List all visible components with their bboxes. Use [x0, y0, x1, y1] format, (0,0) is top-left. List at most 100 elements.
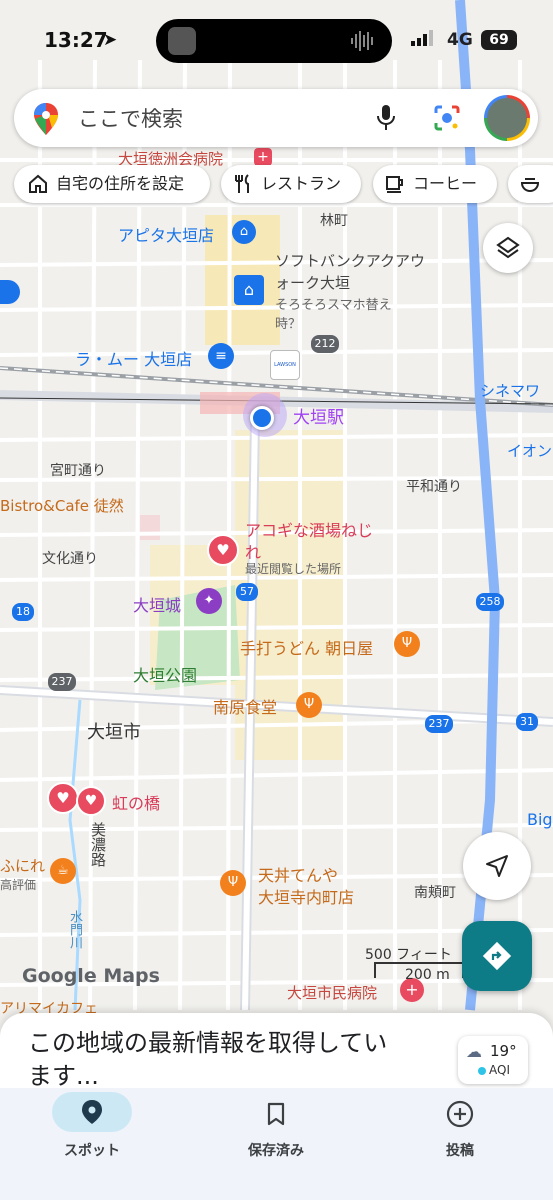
media-thumbnail	[168, 27, 196, 55]
shopping-bag-icon[interactable]: ⌂	[232, 220, 256, 244]
bowl-icon	[520, 178, 540, 193]
shopping-cart-icon[interactable]: ≡	[208, 343, 234, 369]
hospital-icon[interactable]: +	[254, 148, 272, 166]
map-label-big[interactable]: Big	[527, 810, 553, 829]
cloud-rain-icon: ☁	[466, 1042, 482, 1061]
route-shield-237a: 237	[48, 673, 76, 691]
weather-widget[interactable]: ☁ 19° AQI	[458, 1036, 528, 1084]
map-label-niji[interactable]: 虹の橋	[112, 790, 160, 814]
map-label-castle[interactable]: 大垣城	[133, 592, 181, 616]
navigation-arrow-icon	[486, 855, 508, 877]
map-label-apita[interactable]: アピタ大垣店	[118, 222, 214, 246]
map-label-minamiraimachi: 南頬町	[414, 885, 456, 901]
map-label-softbank-2: ォーク大垣	[275, 274, 351, 292]
chip-more[interactable]	[508, 165, 553, 203]
map-label-shimin[interactable]: 大垣市民病院	[287, 982, 377, 1003]
map-label-nire-2: 高評価	[0, 878, 37, 892]
map-label-tendon-1[interactable]: 天丼てんや	[258, 862, 338, 886]
map-label-heiwa: 平和通り	[406, 479, 462, 495]
status-bar: 13:27 ➤ 4G 69	[0, 0, 553, 80]
route-shield-258: 258	[476, 593, 504, 611]
weather-aqi: AQI	[489, 1063, 510, 1077]
map-label-akogi-sub: 最近閲覧した場所	[245, 562, 342, 576]
map-label-aeon[interactable]: イオン	[507, 440, 552, 461]
nav-label-post: 投稿	[446, 1143, 474, 1159]
directions-icon	[482, 941, 512, 971]
chip-home-label: 自宅の住所を設定	[56, 174, 185, 193]
nav-label-spot: スポット	[64, 1143, 120, 1159]
heart-icon[interactable]: ♥	[207, 534, 239, 566]
nav-item-saved[interactable]: 保存済み	[184, 1088, 368, 1178]
map-label-hayashi: 林町	[320, 213, 348, 229]
add-circle-icon	[446, 1100, 474, 1128]
restaurant-pin-icon[interactable]: Ψ	[296, 692, 322, 718]
map-label-tendon-2: 大垣寺内町店	[258, 888, 355, 907]
map-label-nire-1[interactable]: ふにれ	[0, 855, 45, 876]
status-time: 13:27	[44, 28, 108, 52]
bookmark-icon	[267, 1102, 285, 1126]
map-label-softbank-3: そろそろスマホ替え	[275, 298, 392, 313]
weather-temp: 19°	[490, 1042, 517, 1060]
battery-icon: 69	[481, 30, 517, 50]
home-icon	[29, 174, 47, 193]
scale-feet: 500 フィート	[365, 947, 452, 963]
restaurant-pin-icon[interactable]: Ψ	[220, 870, 246, 896]
map-label-bistro[interactable]: Bistro&Cafe 徒然	[0, 495, 124, 516]
scale-meters: 200 m	[405, 967, 450, 983]
coffee-icon	[386, 176, 403, 193]
route-shield-212: 212	[311, 335, 339, 353]
map-label-cinema[interactable]: シネマワ	[480, 380, 540, 401]
castle-icon[interactable]: ✦	[196, 588, 222, 614]
google-maps-logo: Google Maps	[22, 965, 160, 987]
directions-button[interactable]	[462, 921, 532, 991]
chip-restaurant-label: レストラン	[261, 174, 342, 193]
layers-icon	[496, 236, 520, 259]
heart-icon[interactable]: ♥	[76, 786, 106, 816]
map-label-softbank-4: 時？	[275, 317, 302, 332]
lens-icon[interactable]	[434, 105, 460, 131]
map-label-teuchi[interactable]: 手打うどん 朝日屋	[240, 635, 373, 659]
sheet-message: この地域の最新情報を取得しています...	[28, 1029, 388, 1090]
layers-button[interactable]	[483, 223, 533, 273]
search-bar[interactable]: ここで検索	[14, 89, 538, 147]
restaurant-icon	[235, 174, 249, 193]
search-input[interactable]: ここで検索	[78, 103, 183, 133]
location-pin-icon	[82, 1100, 102, 1124]
bottom-navigation: スポット 保存済み 投稿	[0, 1088, 553, 1200]
aqi-dot-icon	[478, 1067, 486, 1075]
chip-coffee[interactable]: コーヒー	[373, 165, 497, 203]
map-label-park[interactable]: 大垣公園	[133, 662, 197, 686]
heart-icon[interactable]: ♥	[47, 782, 79, 814]
coffee-pin-icon[interactable]: ☕	[50, 858, 76, 884]
current-location-dot	[250, 406, 274, 430]
network-type: 4G	[447, 30, 473, 50]
chip-restaurant[interactable]: レストラン	[221, 165, 361, 203]
recenter-button[interactable]	[463, 832, 531, 900]
map-label-akogi-1[interactable]: アコギな酒場ねじ	[245, 517, 373, 541]
audio-wave-icon	[351, 31, 373, 51]
restaurant-pin-icon[interactable]: Ψ	[394, 631, 420, 657]
map-label-miyamachi: 宮町通り	[50, 463, 106, 479]
store-badge[interactable]: LAWSON	[270, 350, 300, 380]
shopping-bag-icon[interactable]: ⌂	[234, 275, 264, 305]
nav-item-spot[interactable]: スポット	[0, 1088, 184, 1178]
map-label-lamu[interactable]: ラ・ムー 大垣店	[75, 346, 192, 370]
avatar[interactable]	[484, 95, 530, 141]
map-label-nanbara[interactable]: 南原食堂	[213, 694, 277, 718]
route-shield-237b: 237	[425, 715, 453, 733]
map-label-ogaki-city: 大垣市	[87, 722, 141, 743]
maps-pin-icon	[34, 103, 58, 135]
signal-icon	[411, 30, 433, 46]
map-label-mino: 美濃路	[89, 822, 107, 867]
map-label-softbank-1[interactable]: ソフトバンクアクアウ	[275, 250, 425, 271]
nav-item-post[interactable]: 投稿	[368, 1088, 552, 1178]
location-arrow-icon: ➤	[103, 30, 118, 50]
chip-coffee-label: コーヒー	[413, 174, 478, 193]
dynamic-island[interactable]	[156, 19, 392, 63]
microphone-icon[interactable]	[376, 105, 396, 131]
route-shield-18: 18	[12, 603, 34, 621]
route-shield-31: 31	[516, 713, 538, 731]
chip-home[interactable]: 自宅の住所を設定	[14, 165, 210, 203]
map-label-bunka: 文化通り	[42, 551, 98, 567]
map-label-station[interactable]: 大垣駅	[293, 403, 344, 428]
